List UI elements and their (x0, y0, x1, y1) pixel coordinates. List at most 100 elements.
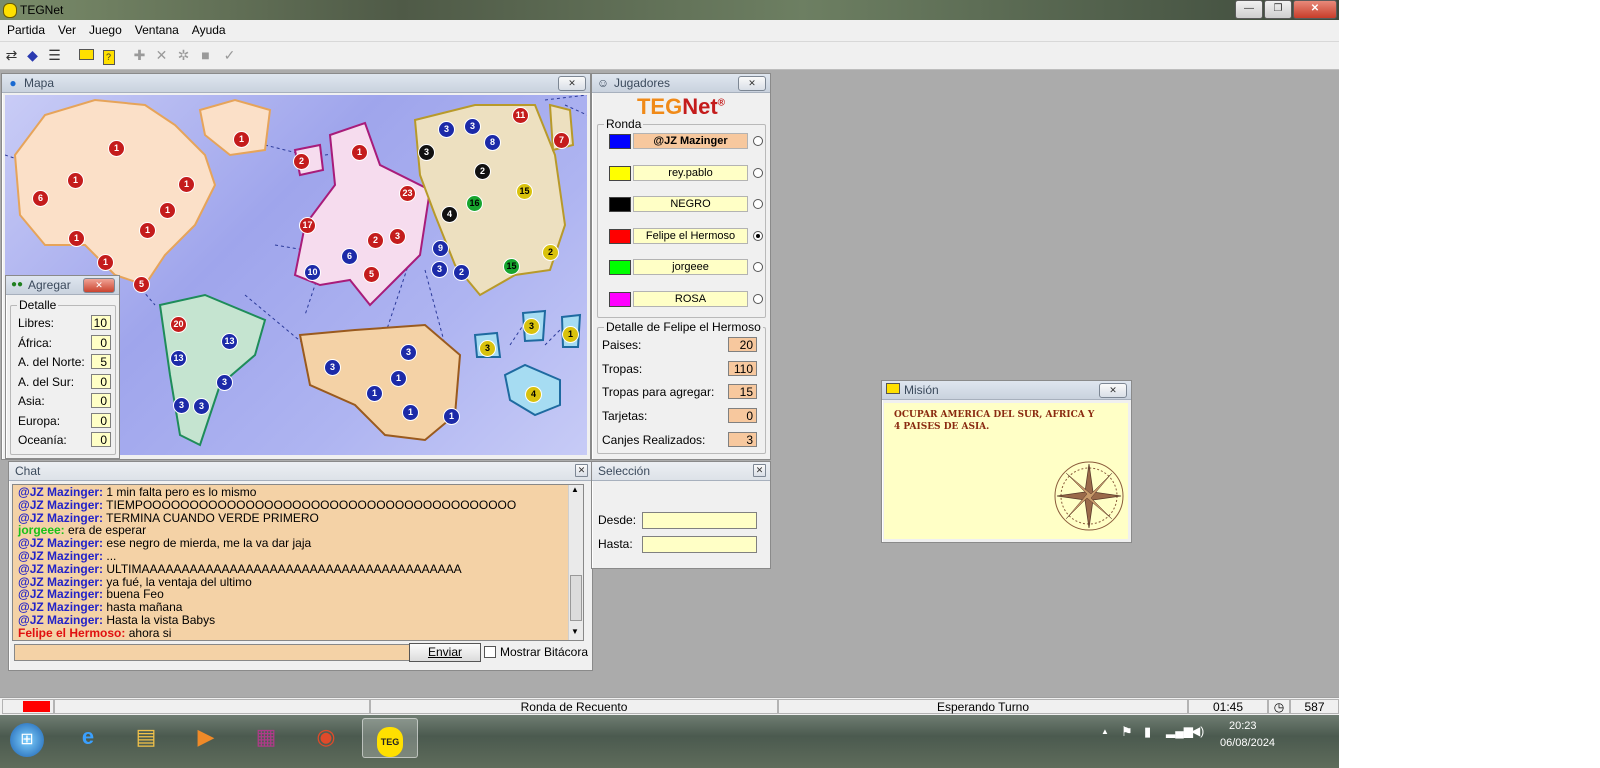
close-jugadores-button[interactable]: ✕ (738, 76, 766, 91)
army-marker[interactable]: 4 (526, 387, 541, 402)
army-marker[interactable]: 1 (563, 327, 578, 342)
army-marker[interactable]: 1 (367, 386, 382, 401)
close-map-button[interactable]: ✕ (558, 76, 586, 91)
close-mision-button[interactable]: ✕ (1099, 383, 1127, 398)
player-name[interactable]: rey.pablo (633, 164, 748, 181)
army-marker[interactable]: 2 (294, 154, 309, 169)
close-chat-button[interactable]: ✕ (575, 464, 588, 477)
end-turn-icon[interactable]: ✓ (220, 46, 239, 65)
network-icon[interactable]: ▂▄▆ (1166, 724, 1193, 738)
army-marker[interactable]: 3 (480, 341, 495, 356)
chat-log[interactable]: @JZ Mazinger: 1 min falta pero es lo mis… (12, 484, 584, 641)
player-name[interactable]: Felipe el Hermoso (633, 227, 748, 244)
army-marker[interactable]: 1 (109, 141, 124, 156)
explorer-icon[interactable]: ▤ (120, 718, 172, 756)
army-marker[interactable]: 11 (513, 108, 528, 123)
card-icon[interactable] (77, 46, 96, 65)
army-marker[interactable]: 7 (554, 133, 569, 148)
army-marker[interactable]: 13 (222, 334, 237, 349)
player-radio[interactable] (753, 230, 763, 241)
army-marker[interactable]: 4 (442, 207, 457, 222)
close-button[interactable]: ✕ (1293, 0, 1337, 19)
to-field[interactable] (642, 536, 757, 553)
help-card-icon[interactable]: ? (99, 46, 118, 65)
army-marker[interactable]: 5 (134, 277, 149, 292)
player-name[interactable]: ROSA (633, 290, 748, 307)
army-marker[interactable]: 2 (543, 245, 558, 260)
menu-ventana[interactable]: Ventana (128, 20, 185, 37)
chat-input[interactable] (14, 644, 410, 661)
minimize-button[interactable]: — (1235, 0, 1263, 19)
battery-icon[interactable]: ▮ (1144, 724, 1151, 740)
regroup-icon[interactable]: ✲ (174, 46, 193, 65)
player-radio[interactable] (753, 167, 763, 178)
start-button[interactable]: ⊞ (0, 718, 54, 757)
army-marker[interactable]: 2 (475, 164, 490, 179)
army-marker[interactable]: 6 (342, 249, 357, 264)
tray-expand-icon[interactable]: ▲ (1101, 727, 1109, 736)
army-marker[interactable]: 8 (485, 135, 500, 150)
army-marker[interactable]: 3 (465, 119, 480, 134)
player-radio[interactable] (753, 262, 763, 272)
army-marker[interactable]: 13 (171, 351, 186, 366)
menu-ayuda[interactable]: Ayuda (185, 20, 232, 37)
army-marker[interactable]: 1 (98, 255, 113, 270)
army-marker[interactable]: 2 (368, 233, 383, 248)
chrome-icon[interactable]: ◉ (300, 718, 352, 756)
army-marker[interactable]: 9 (433, 241, 448, 256)
army-marker[interactable]: 6 (33, 191, 48, 206)
army-marker[interactable]: 3 (217, 375, 232, 390)
media-player-icon[interactable]: ▶ (180, 718, 232, 756)
close-agregar-button[interactable]: ✕ (83, 278, 115, 293)
maximize-button[interactable]: ❐ (1264, 0, 1292, 19)
army-marker[interactable]: 1 (179, 177, 194, 192)
army-marker[interactable]: 17 (300, 218, 315, 233)
army-marker[interactable]: 15 (504, 259, 519, 274)
scroll-up-icon[interactable]: ▲ (571, 485, 579, 494)
army-marker[interactable]: 15 (517, 184, 532, 199)
player-radio[interactable] (753, 136, 763, 146)
ie-icon[interactable]: e (62, 718, 114, 756)
list-icon[interactable]: ☰ (45, 46, 64, 65)
menu-juego[interactable]: Juego (82, 20, 128, 37)
army-marker[interactable]: 3 (325, 360, 340, 375)
army-marker[interactable]: 3 (401, 345, 416, 360)
scroll-down-icon[interactable]: ▼ (571, 627, 579, 636)
scroll-thumb[interactable] (570, 575, 582, 621)
flag-icon[interactable]: ⚑ (1121, 724, 1133, 740)
attack-icon[interactable]: ✕ (152, 46, 171, 65)
army-marker[interactable]: 3 (419, 145, 434, 160)
player-radio[interactable] (753, 293, 763, 304)
army-marker[interactable]: 1 (444, 409, 459, 424)
send-icon[interactable]: ■ (196, 46, 215, 65)
army-marker[interactable]: 3 (390, 229, 405, 244)
army-marker[interactable]: 3 (174, 398, 189, 413)
from-field[interactable] (642, 512, 757, 529)
menu-partida[interactable]: Partida (0, 20, 51, 37)
add-icon[interactable]: ✚ (130, 46, 149, 65)
army-marker[interactable]: 2 (454, 265, 469, 280)
army-marker[interactable]: 5 (364, 267, 379, 282)
army-marker[interactable]: 1 (403, 405, 418, 420)
menu-ver[interactable]: Ver (51, 20, 82, 37)
army-marker[interactable]: 23 (400, 186, 415, 201)
army-marker[interactable]: 1 (391, 371, 406, 386)
army-marker[interactable]: 3 (524, 319, 539, 334)
army-marker[interactable]: 3 (439, 122, 454, 137)
army-marker[interactable]: 3 (194, 399, 209, 414)
army-marker[interactable]: 1 (160, 203, 175, 218)
army-marker[interactable]: 1 (352, 145, 367, 160)
army-marker[interactable]: 16 (467, 196, 482, 211)
send-button[interactable]: Enviar (409, 643, 481, 662)
army-marker[interactable]: 1 (234, 132, 249, 147)
chat-scrollbar[interactable]: ▲ ▼ (568, 485, 583, 640)
volume-icon[interactable]: ◀) (1191, 724, 1204, 738)
player-name[interactable]: @JZ Mazinger (633, 133, 748, 149)
army-marker[interactable]: 10 (305, 265, 320, 280)
show-log-checkbox[interactable] (484, 646, 496, 658)
army-marker[interactable]: 1 (69, 231, 84, 246)
tegnet-task-icon[interactable]: TEG (362, 718, 418, 758)
player-radio[interactable] (753, 199, 763, 209)
army-marker[interactable]: 3 (432, 262, 447, 277)
army-marker[interactable]: 1 (68, 173, 83, 188)
